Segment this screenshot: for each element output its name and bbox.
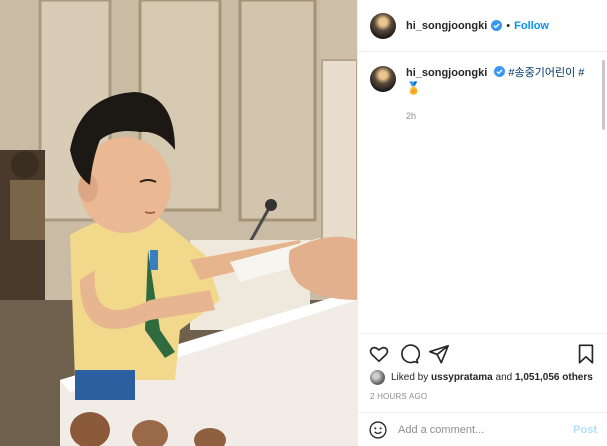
header-username[interactable]: hi_songjoongki xyxy=(406,20,487,32)
likes-summary: Liked by ussypratama and 1,051,056 other… xyxy=(358,366,607,385)
comment-input[interactable] xyxy=(398,423,574,436)
likes-prefix: Liked by xyxy=(391,372,429,383)
post-timestamp[interactable]: 2 HOURS AGO xyxy=(358,385,607,401)
medal-emoji: 🏅 xyxy=(406,81,421,95)
verified-icon xyxy=(491,20,503,31)
caption: hi_songjoongki #송중기어린이 # 🏅 2h xyxy=(358,52,607,124)
verified-icon xyxy=(494,66,506,77)
liker-username[interactable]: ussypratama xyxy=(431,372,493,383)
post-photo[interactable] xyxy=(0,0,357,446)
liker-avatar[interactable] xyxy=(370,370,385,385)
post-header: hi_songjoongki • Follow xyxy=(358,0,607,52)
caption-body: hi_songjoongki #송중기어린이 # 🏅 2h xyxy=(406,66,586,124)
caption-hashtags[interactable]: #송중기어린이 # xyxy=(508,67,584,79)
post-sidebar: hi_songjoongki • Follow hi_songjoongki #… xyxy=(357,0,607,446)
likes-middle: and xyxy=(495,372,513,383)
action-icons xyxy=(358,334,607,366)
heart-icon[interactable] xyxy=(368,343,390,365)
emoji-icon[interactable] xyxy=(368,420,388,440)
caption-username[interactable]: hi_songjoongki xyxy=(406,67,487,79)
instagram-post: hi_songjoongki • Follow hi_songjoongki #… xyxy=(0,0,607,446)
likes-count[interactable]: 1,051,056 others xyxy=(515,372,593,383)
comment-bar: Post xyxy=(358,412,607,446)
share-icon[interactable] xyxy=(428,343,450,365)
caption-time: 2h xyxy=(406,111,417,121)
caption-avatar[interactable] xyxy=(370,66,396,92)
bookmark-icon[interactable] xyxy=(575,343,597,365)
child-photo-illustration xyxy=(0,0,357,446)
scrollbar-thumb[interactable] xyxy=(602,60,605,130)
post-comment-button[interactable]: Post xyxy=(573,424,597,436)
follow-button[interactable]: Follow xyxy=(514,20,549,32)
separator-dot: • xyxy=(506,19,511,32)
comment-icon[interactable] xyxy=(398,343,420,365)
avatar[interactable] xyxy=(370,12,396,39)
